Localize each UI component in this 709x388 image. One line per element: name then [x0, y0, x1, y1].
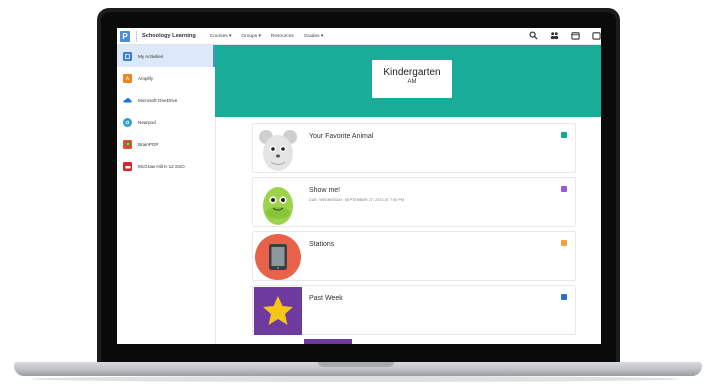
nav-divider	[136, 30, 137, 42]
folder-icon	[561, 240, 567, 246]
sidebar-item-my-activities[interactable]: My Activities	[117, 45, 215, 67]
amplify-icon	[123, 73, 132, 83]
sidebar-item-label: Nearpod	[138, 119, 156, 125]
sidebar-item-label: Microsoft OneDrive	[138, 97, 178, 103]
material-row[interactable]: Show me! DUE: WEDNESDAY, SEPTEMBER 27, 2…	[252, 177, 576, 227]
sidebar-item-label: My Activities	[138, 53, 164, 59]
messages-icon[interactable]	[592, 31, 601, 40]
course-card[interactable]: Kindergarten AM	[372, 60, 452, 98]
material-row[interactable]: Your Favorite Animal	[252, 123, 576, 173]
brand-name[interactable]: Schoology Learning	[142, 33, 196, 39]
nav-groups[interactable]: Groups ▾	[241, 34, 260, 39]
sidebar-item-label: Amplify	[138, 75, 154, 81]
material-title[interactable]: Show me!	[309, 187, 340, 194]
material-row[interactable]: Past Week	[252, 285, 576, 335]
material-row[interactable]: Stations	[252, 231, 576, 281]
nav-grades[interactable]: Grades ▾	[304, 34, 323, 39]
people-icon[interactable]	[550, 31, 559, 40]
assessment-type-icon	[561, 186, 567, 192]
material-title[interactable]: Stations	[309, 241, 334, 248]
search-icon[interactable]	[529, 31, 538, 40]
sidebar-item-brainpop[interactable]: BrainPOP	[117, 133, 215, 155]
brainpop-icon	[123, 139, 132, 149]
nearpod-icon	[123, 117, 132, 127]
sidebar-item-label: BrainPOP	[138, 141, 159, 147]
laptop-shadow	[30, 376, 680, 382]
green-egg-icon	[263, 187, 293, 225]
sidebar: My Activities Amplify Microsoft OneDrive…	[117, 45, 216, 344]
mouse-egg-icon	[259, 130, 297, 171]
sidebar-item-mcgraw-hill[interactable]: McGraw Hill K-12 SSO	[117, 155, 215, 177]
assignment-type-icon	[561, 132, 567, 138]
laptop-screen: P Schoology Learning Courses ▾ Groups ▾ …	[117, 28, 601, 344]
onedrive-icon	[123, 96, 132, 105]
schoology-logo-icon[interactable]: P	[120, 30, 130, 42]
activities-icon	[123, 51, 132, 61]
material-due-date: DUE: WEDNESDAY, SEPTEMBER 27, 2023 AT 7:…	[309, 198, 405, 202]
course-title: Kindergarten	[383, 67, 441, 78]
laptop-notch	[318, 362, 394, 367]
material-row-partial	[304, 339, 352, 344]
tablet-icon	[255, 234, 301, 280]
nav-resources[interactable]: Resources	[271, 34, 294, 39]
nav-courses[interactable]: Courses ▾	[210, 34, 232, 39]
mcgraw-hill-icon	[123, 161, 132, 171]
sidebar-item-amplify[interactable]: Amplify	[117, 67, 215, 89]
course-section: AM	[407, 79, 417, 85]
top-navigation: P Schoology Learning Courses ▾ Groups ▾ …	[117, 28, 601, 45]
material-title[interactable]: Your Favorite Animal	[309, 133, 373, 140]
course-banner: Kindergarten AM	[215, 45, 601, 117]
sidebar-item-onedrive[interactable]: Microsoft OneDrive	[117, 89, 215, 111]
calendar-icon[interactable]	[571, 31, 580, 40]
material-title[interactable]: Past Week	[309, 295, 343, 302]
nav-right-icons	[529, 31, 601, 40]
sidebar-item-nearpod[interactable]: Nearpod	[117, 111, 215, 133]
folder-icon	[561, 294, 567, 300]
sidebar-item-label: McGraw Hill K-12 SSO	[138, 163, 185, 169]
star-icon	[254, 287, 302, 335]
